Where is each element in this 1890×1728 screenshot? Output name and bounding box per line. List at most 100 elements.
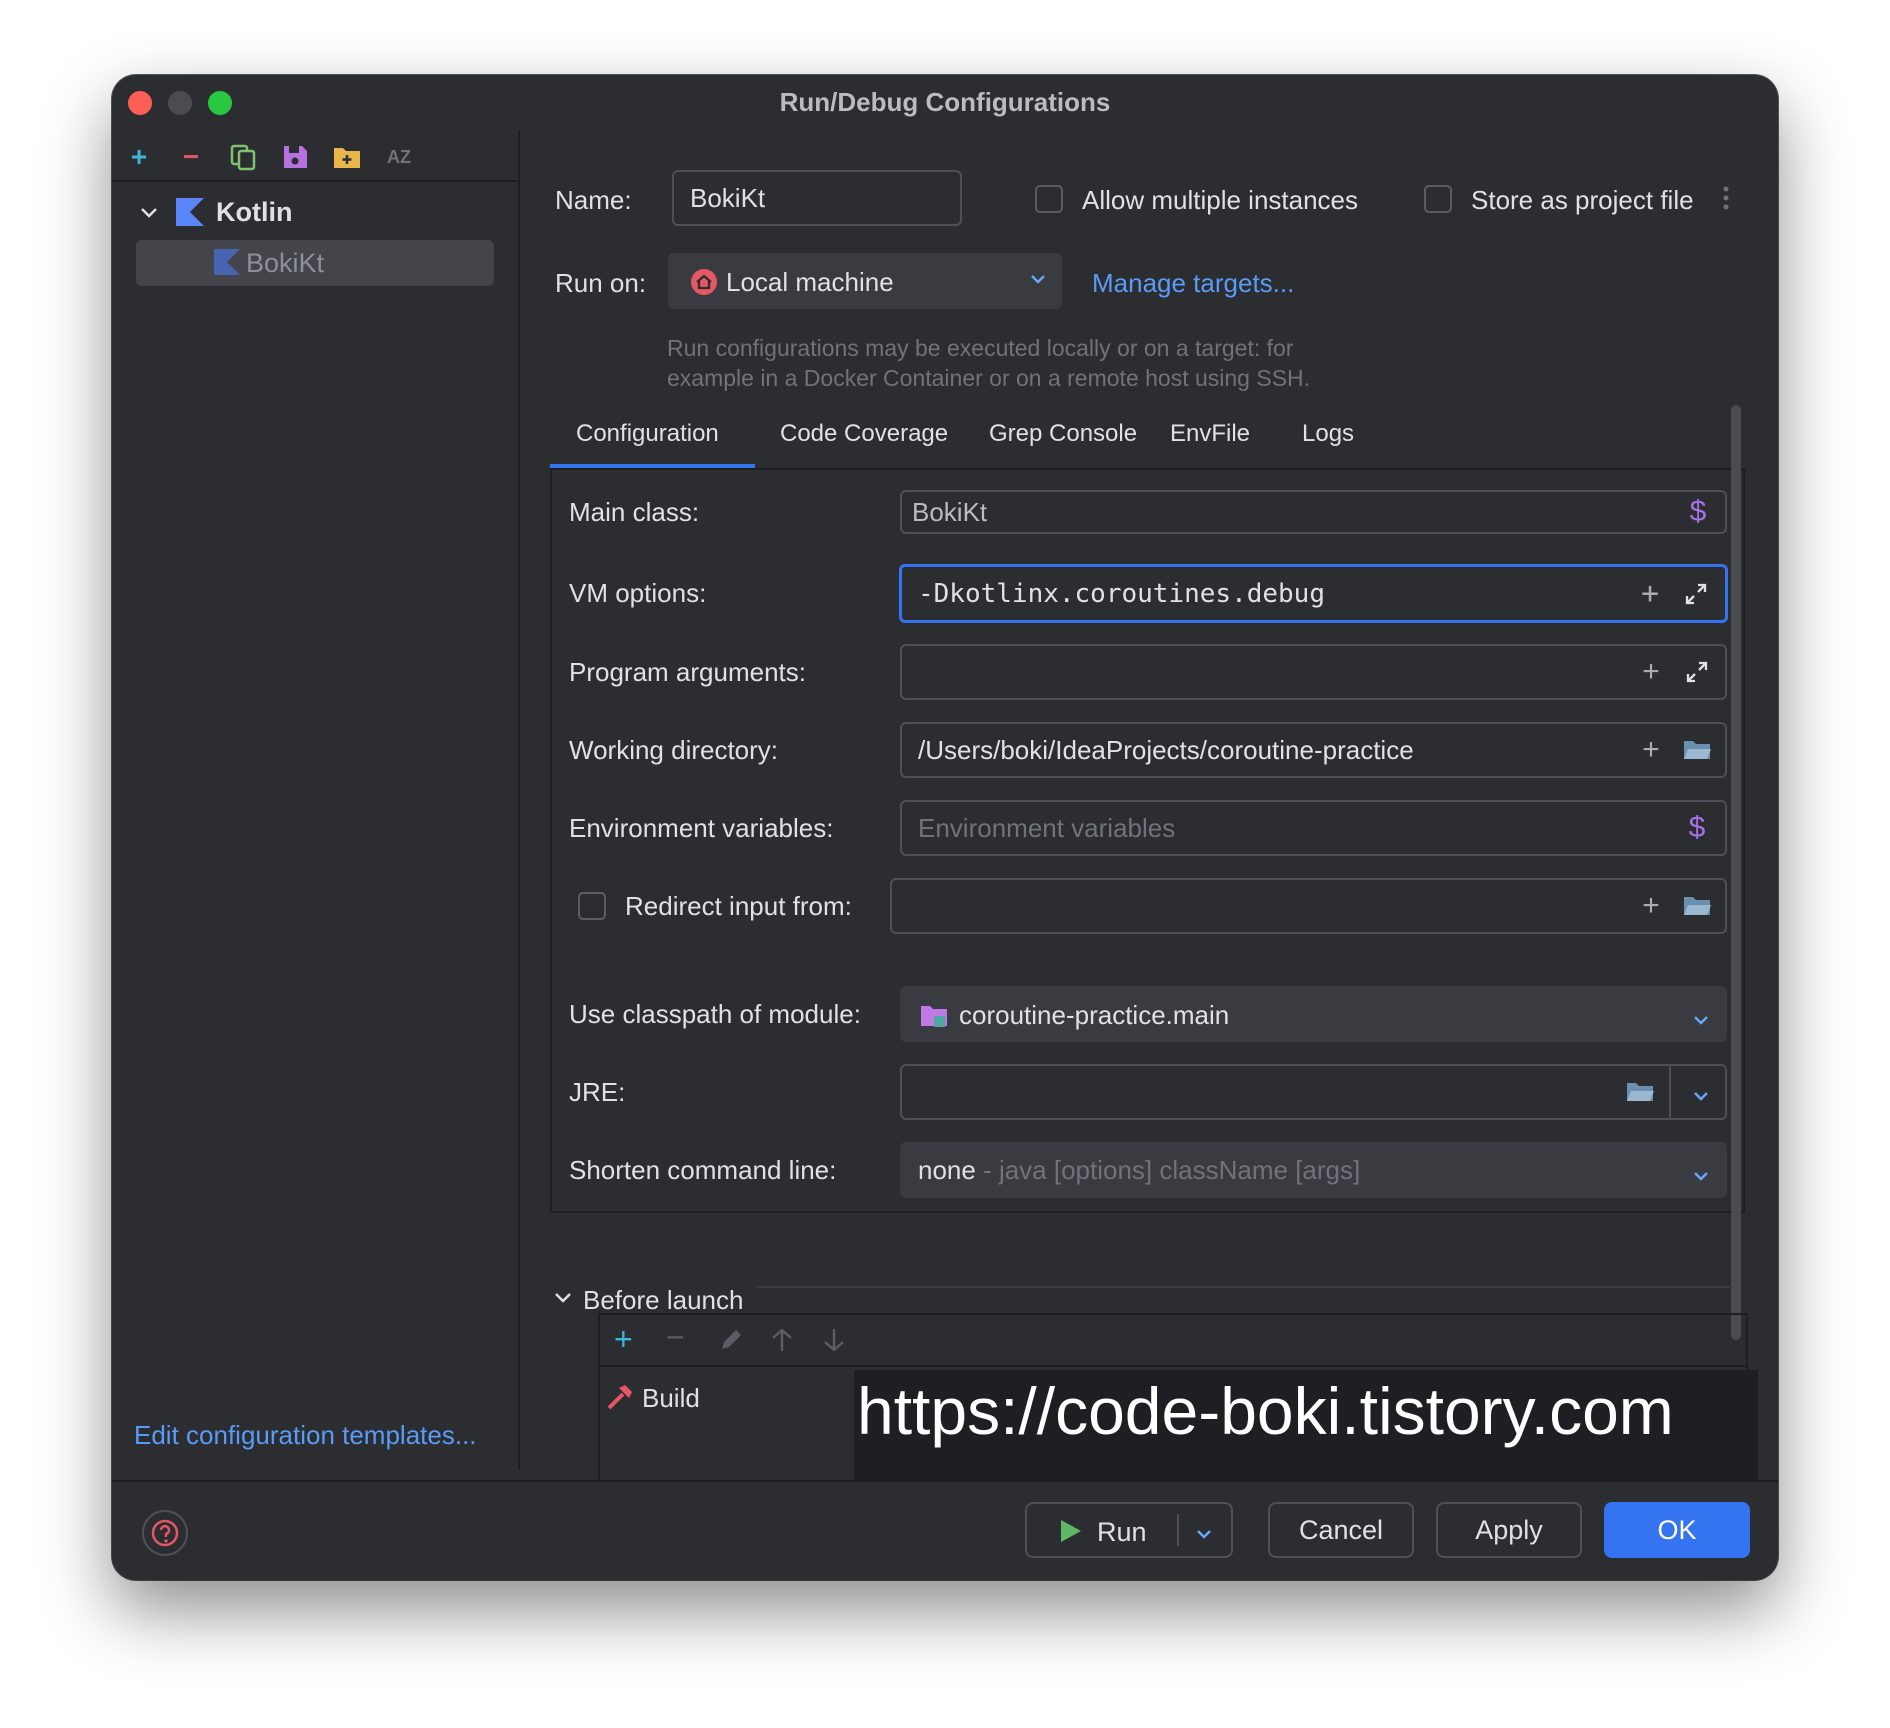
move-down-icon[interactable] [822,1327,846,1358]
classpath-module-label: Use classpath of module: [569,999,861,1029]
jre-label: JRE: [569,1077,626,1107]
expand-icon[interactable] [1681,579,1711,609]
kotlin-icon [176,198,204,231]
vm-options-input[interactable]: -Dkotlinx.coroutines.debug + [899,564,1728,623]
main-class-value: BokiKt [912,496,988,527]
edit-configuration-templates-link[interactable]: Edit configuration templates... [134,1420,477,1451]
allow-multiple-instances-checkbox[interactable] [1035,185,1063,213]
working-directory-label: Working directory: [569,735,779,765]
tab-code-coverage[interactable]: Code Coverage [780,420,948,448]
before-launch-chevron-icon[interactable] [552,1287,574,1314]
redirect-input-field[interactable]: + [890,878,1727,934]
store-as-project-file-checkbox[interactable] [1424,185,1452,213]
plus-icon[interactable]: + [1636,655,1666,688]
chevron-down-icon [1691,1162,1711,1193]
apply-button[interactable]: Apply [1436,1502,1582,1558]
tree-item-bokikt-label: BokiKt [246,248,325,278]
remove-icon[interactable]: − [176,141,206,172]
redirect-input-checkbox[interactable] [578,892,606,920]
jre-divider [1669,1066,1671,1118]
main-class-label: Main class: [569,497,700,527]
run-on-hint-line1: Run configurations may be executed local… [667,335,1294,361]
help-button[interactable] [142,1510,188,1556]
redirect-input-label: Redirect input from: [625,891,852,921]
name-input[interactable]: BokiKt [672,170,962,226]
before-launch-separator [757,1286,1732,1288]
expand-icon[interactable] [1682,657,1712,687]
home-icon [690,268,718,303]
tree-item-bokikt[interactable]: BokiKt [136,240,494,286]
configuration-sidebar: + − AZ Kotlin BokiKt Edit configuration … [112,130,520,1470]
sort-alphabetically-icon[interactable]: AZ [384,142,414,172]
sidebar-toolbar: + − AZ [112,130,518,182]
tab-grep-console[interactable]: Grep Console [989,420,1137,448]
more-options-icon[interactable] [1722,185,1730,216]
run-dropdown-chevron-icon[interactable] [1194,1520,1214,1551]
run-on-label: Run on: [555,268,647,298]
jre-dropdown-chevron-icon[interactable] [1691,1082,1711,1113]
classpath-module-dropdown[interactable]: coroutine-practice.main [900,986,1727,1042]
dollar-macro-icon[interactable]: $ [1682,811,1712,844]
program-arguments-label: Program arguments: [569,657,806,687]
plus-icon[interactable]: + [1636,889,1666,922]
before-launch-item-build[interactable]: Build [642,1383,700,1414]
run-on-hint: Run configurations may be executed local… [667,333,1310,393]
remove-task-icon[interactable]: − [666,1319,685,1356]
build-hammer-icon [606,1383,634,1416]
kotlin-config-icon [214,249,240,280]
shorten-command-line-hint: - java [options] className [args] [975,1154,1361,1185]
plus-icon[interactable]: + [1635,576,1665,611]
main-class-input[interactable]: BokiKt $ [900,490,1727,534]
shorten-command-line-dropdown[interactable]: none - java [options] className [args] [900,1142,1727,1198]
move-up-icon[interactable] [770,1327,794,1358]
folder-icon[interactable] [1682,891,1712,921]
chevron-down-icon [1691,1006,1711,1037]
plus-icon[interactable]: + [1636,733,1666,766]
store-as-project-file-label: Store as project file [1471,185,1694,215]
jre-input[interactable] [900,1064,1727,1120]
add-task-icon[interactable]: + [614,1321,633,1358]
classpath-module-value: coroutine-practice.main [959,1000,1230,1030]
folder-icon[interactable] [1625,1077,1655,1107]
tab-logs[interactable]: Logs [1302,420,1354,448]
tab-configuration[interactable]: Configuration [576,420,719,448]
help-icon [151,1519,179,1547]
save-icon[interactable] [280,142,310,172]
allow-multiple-instances-label: Allow multiple instances [1082,185,1359,215]
ok-button[interactable]: OK [1604,1502,1750,1558]
run-play-icon [1059,1518,1083,1551]
module-folder-icon [920,1003,948,1036]
chevron-down-icon [1028,269,1048,295]
new-folder-icon[interactable] [332,142,362,172]
vm-options-label: VM options: [569,578,707,608]
tree-item-kotlin[interactable]: Kotlin [216,197,292,228]
folder-icon[interactable] [1682,735,1712,765]
name-label: Name: [555,185,632,215]
add-icon[interactable]: + [124,141,154,172]
before-launch-title[interactable]: Before launch [583,1285,743,1316]
edit-task-icon[interactable] [718,1327,744,1358]
working-directory-input[interactable]: /Users/boki/IdeaProjects/coroutine-pract… [900,722,1727,778]
shorten-command-line-label: Shorten command line: [569,1155,837,1185]
program-arguments-input[interactable]: + [900,644,1727,700]
scrollbar[interactable] [1731,405,1741,1340]
manage-targets-link[interactable]: Manage targets... [1092,268,1294,299]
dollar-macro-icon[interactable]: $ [1683,495,1713,528]
tab-envfile[interactable]: EnvFile [1170,420,1250,448]
environment-variables-label: Environment variables: [569,813,834,843]
cancel-button[interactable]: Cancel [1268,1502,1414,1558]
copy-icon[interactable] [228,142,258,172]
window-title: Run/Debug Configurations [779,87,1111,117]
run-on-hint-line2: example in a Docker Container or on a re… [667,365,1311,391]
before-launch-toolbar: + − [600,1315,1746,1367]
run-divider [1177,1514,1179,1546]
environment-variables-placeholder: Environment variables [918,812,1176,843]
name-input-value: BokiKt [690,182,766,213]
environment-variables-input[interactable]: Environment variables $ [900,800,1727,856]
vm-options-value: -Dkotlinx.coroutines.debug [918,578,1325,609]
run-button[interactable]: Run [1097,1517,1147,1548]
shorten-command-line-value: none [918,1154,976,1185]
tree-expand-chevron-icon[interactable] [138,202,160,229]
run-on-dropdown[interactable]: Local machine [668,253,1062,309]
watermark-text: https://code-boki.tistory.com [857,1374,1674,1448]
